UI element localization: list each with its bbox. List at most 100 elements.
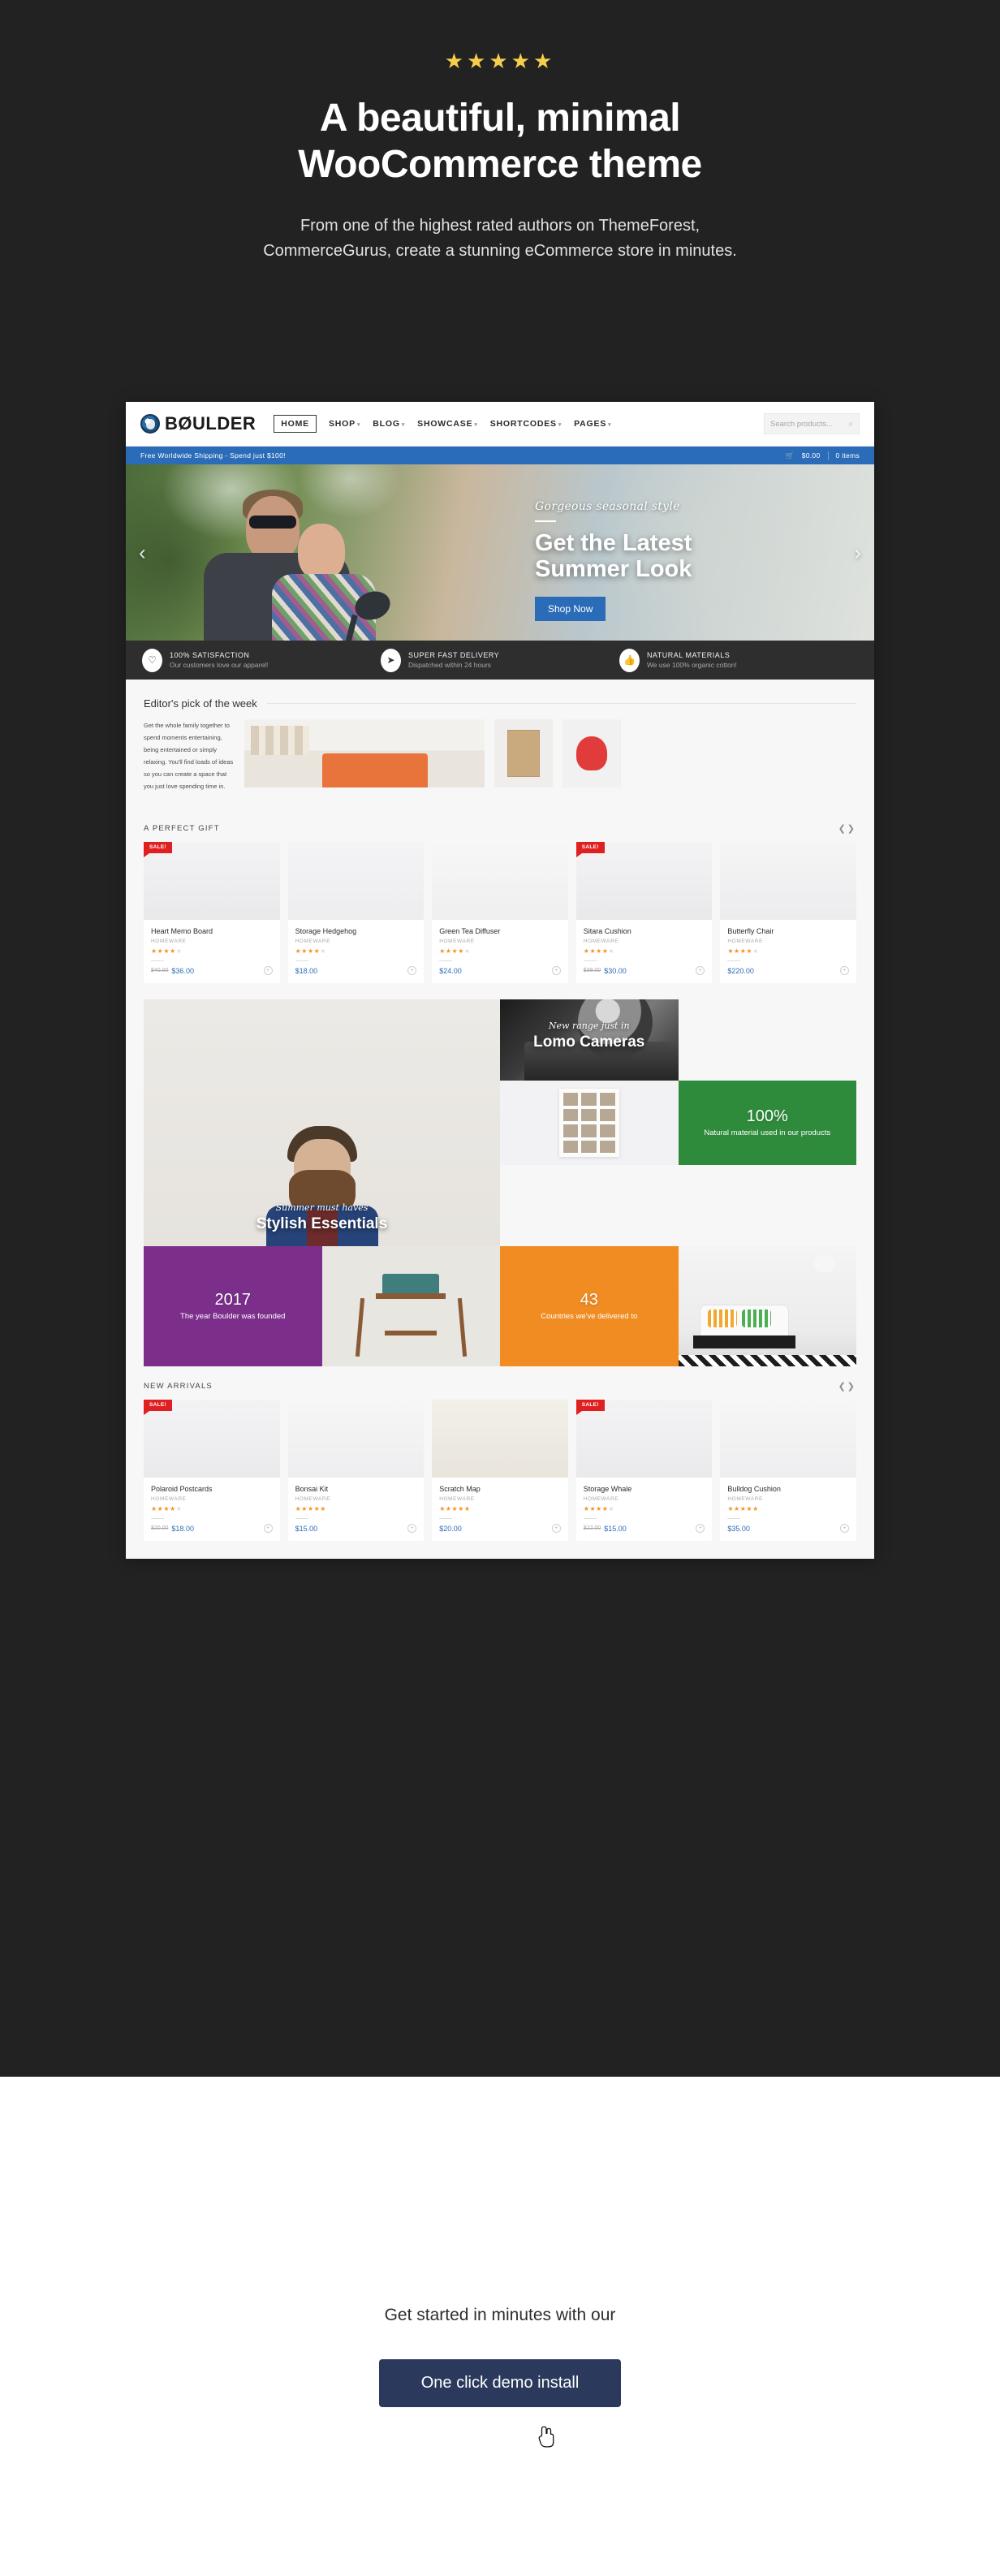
cart-summary[interactable]: 🛒 $0.00 0 items	[786, 451, 860, 460]
product-price: $15.00	[604, 1524, 627, 1533]
product-price: $18.00	[295, 966, 318, 975]
new-arrivals-carousel-nav[interactable]: ❮❯	[838, 1381, 856, 1392]
search-icon[interactable]: ⌕	[848, 420, 853, 429]
product-rating: ★★★★★	[727, 1505, 759, 1512]
banner-script-text: Summer must haves	[275, 1202, 369, 1213]
polaroid-grid-photo	[558, 1089, 619, 1157]
add-to-cart-icon[interactable]: +	[407, 966, 417, 975]
product-price: $24.00	[439, 966, 462, 975]
product-image[interactable]	[287, 842, 425, 920]
editors-pick-title: Editor's pick of the week	[144, 697, 257, 710]
perfect-gift-carousel-nav[interactable]: ❮❯	[838, 823, 856, 834]
add-to-cart-icon[interactable]: +	[839, 966, 849, 975]
chevron-down-icon: ▾	[608, 422, 612, 428]
shop-now-button[interactable]: Shop Now	[535, 596, 606, 621]
nav-label: SHOWCASE	[417, 419, 473, 429]
product-price: $18.00	[171, 1524, 194, 1533]
product-image[interactable]	[287, 1400, 425, 1478]
hero-next-arrow-icon[interactable]: ›	[854, 540, 861, 565]
sale-badge: SALE!	[144, 1400, 172, 1415]
banner-script-text: New range just in	[548, 1020, 630, 1031]
product-image[interactable]: SALE!	[575, 1400, 713, 1478]
product-card[interactable]: Bulldog Cushion HOMEWARE ★★★★★ $35.00 +	[720, 1400, 856, 1541]
nav-item-blog[interactable]: BLOG ▾	[373, 419, 405, 429]
stat-tile-year-founded[interactable]: 2017 The year Boulder was founded	[144, 1246, 322, 1366]
search-input[interactable]: Search products... ⌕	[764, 413, 860, 434]
product-category: HOMEWARE	[583, 1496, 619, 1502]
feature-satisfaction: ♡ 100% SATISFACTION Our customers love o…	[142, 648, 381, 672]
divider	[295, 960, 308, 961]
hero-copy: Gorgeous seasonal style Get the Latest S…	[535, 500, 778, 621]
product-card[interactable]: Bonsai Kit HOMEWARE ★★★★★ $15.00 +	[287, 1400, 425, 1541]
banner-bedroom[interactable]	[678, 1246, 856, 1366]
lion-emblem-icon	[140, 414, 160, 434]
product-image[interactable]	[432, 1400, 568, 1478]
divider	[439, 1518, 453, 1519]
product-rating: ★★★★★	[295, 947, 326, 955]
hero-prev-arrow-icon[interactable]: ‹	[139, 540, 146, 565]
carousel-next-icon[interactable]: ❯	[847, 1382, 856, 1392]
divider	[151, 1518, 164, 1519]
product-image[interactable]	[720, 842, 856, 920]
product-card[interactable]: Green Tea Diffuser HOMEWARE ★★★★★ $24.00…	[432, 842, 568, 983]
promo-subtitle-line1: From one of the highest rated authors on…	[300, 217, 700, 235]
product-category: HOMEWARE	[295, 938, 331, 944]
nav-item-showcase[interactable]: SHOWCASE ▾	[417, 419, 478, 429]
nav-item-shop[interactable]: SHOP ▾	[329, 419, 360, 429]
cta-heading: Get started in minutes with our	[384, 2306, 616, 2324]
product-card[interactable]: SALE! Sitara Cushion HOMEWARE ★★★★★ $38.…	[575, 842, 713, 983]
divider	[535, 520, 556, 522]
product-image[interactable]: SALE!	[144, 1400, 280, 1478]
product-card[interactable]: Scratch Map HOMEWARE ★★★★★ $20.00 +	[432, 1400, 568, 1541]
editors-pick-image-living-room[interactable]	[244, 719, 485, 787]
banner-lomo-cameras[interactable]: New range just in Lomo Cameras	[500, 999, 679, 1081]
stat-number: 100%	[746, 1107, 788, 1125]
feature-strip: ♡ 100% SATISFACTION Our customers love o…	[126, 641, 874, 680]
promo-title-line2: WooCommerce theme	[298, 142, 702, 186]
nav-item-home[interactable]: HOME	[274, 415, 317, 433]
banner-polaroid-wall[interactable]	[500, 1081, 679, 1165]
nav-item-shortcodes[interactable]: SHORTCODES ▾	[490, 419, 562, 429]
add-to-cart-icon[interactable]: +	[551, 1524, 561, 1533]
add-to-cart-icon[interactable]: +	[263, 1524, 273, 1533]
product-image[interactable]	[720, 1400, 856, 1478]
product-price: $30.00	[604, 966, 627, 975]
carousel-prev-icon[interactable]: ❮	[838, 1382, 847, 1392]
banner-title: Lomo Cameras	[533, 1033, 645, 1051]
nav-label: HOME	[281, 419, 309, 429]
product-card[interactable]: SALE! Polaroid Postcards HOMEWARE ★★★★★ …	[144, 1400, 280, 1541]
editors-pick-image-coffee-plant[interactable]	[494, 719, 553, 787]
add-to-cart-icon[interactable]: +	[407, 1524, 417, 1533]
sale-badge: SALE!	[575, 1400, 605, 1415]
promo-header: ★★★★★ A beautiful, minimal WooCommerce t…	[0, 0, 1000, 264]
product-image[interactable]: SALE!	[575, 842, 713, 920]
product-category: HOMEWARE	[295, 1496, 331, 1502]
product-category: HOMEWARE	[727, 938, 763, 944]
add-to-cart-icon[interactable]: +	[263, 966, 273, 975]
add-to-cart-icon[interactable]: +	[696, 966, 705, 975]
carousel-next-icon[interactable]: ❯	[847, 824, 856, 834]
carousel-prev-icon[interactable]: ❮	[838, 824, 847, 834]
product-card[interactable]: Storage Hedgehog HOMEWARE ★★★★★ $18.00 +	[287, 842, 425, 983]
site-logo[interactable]: BØULDER	[140, 413, 256, 434]
banner-stylish-essentials[interactable]: Summer must haves Stylish Essentials	[144, 999, 500, 1246]
product-card[interactable]: SALE! Heart Memo Board HOMEWARE ★★★★★ $4…	[144, 842, 280, 983]
add-to-cart-icon[interactable]: +	[551, 966, 561, 975]
add-to-cart-icon[interactable]: +	[839, 1524, 849, 1533]
product-image[interactable]	[432, 842, 568, 920]
stat-tile-countries[interactable]: 43 Countries we've delivered to	[500, 1246, 679, 1366]
editors-pick-image-red-bear[interactable]	[562, 719, 621, 787]
one-click-demo-install-button[interactable]: One click demo install	[378, 2359, 622, 2407]
product-card[interactable]: Butterfly Chair HOMEWARE ★★★★★ $220.00 +	[720, 842, 856, 983]
add-to-cart-icon[interactable]: +	[696, 1524, 705, 1533]
stat-tile-natural-material[interactable]: 100% Natural material used in our produc…	[678, 1081, 856, 1165]
product-card[interactable]: SALE! Storage Whale HOMEWARE ★★★★★ $22.0…	[575, 1400, 713, 1541]
cart-icon: 🛒	[785, 451, 795, 460]
feature-title: SUPER FAST DELIVERY	[407, 651, 500, 659]
product-category: HOMEWARE	[439, 1496, 475, 1502]
banner-record-player[interactable]	[321, 1246, 500, 1366]
nav-item-pages[interactable]: PAGES ▾	[574, 419, 611, 429]
product-price-old: $38.00	[583, 968, 601, 973]
product-name: Storage Whale	[583, 1485, 632, 1493]
product-image[interactable]: SALE!	[144, 842, 280, 920]
